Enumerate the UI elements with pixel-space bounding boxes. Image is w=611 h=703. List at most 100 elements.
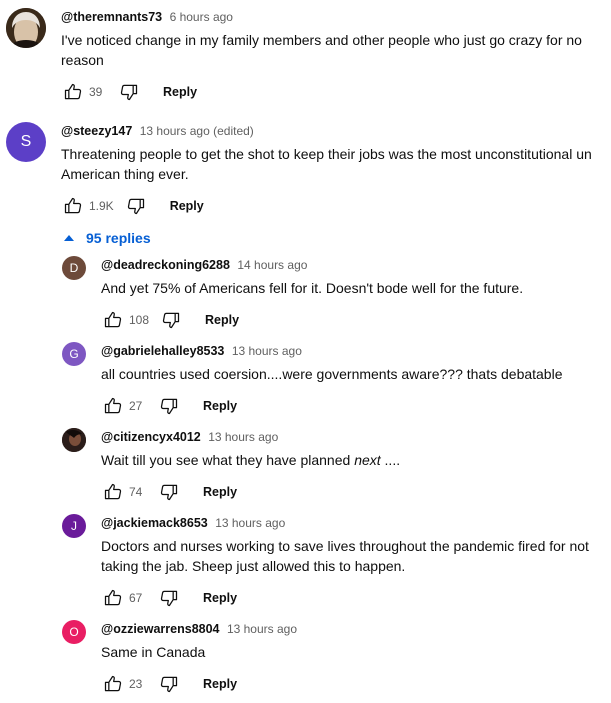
dislike-button[interactable] — [157, 586, 181, 610]
like-count: 67 — [129, 591, 143, 605]
caret-up-icon — [64, 235, 74, 241]
comment-actions: 74 Reply — [101, 476, 606, 508]
comment-text: And yet 75% of Americans fell for it. Do… — [101, 280, 524, 296]
thumbs-down-icon — [161, 310, 181, 330]
replies-count-label: 95 replies — [86, 230, 151, 246]
like-button[interactable] — [101, 586, 125, 610]
avatar-letter: J — [71, 519, 77, 533]
author-name[interactable]: @theremnants73 — [61, 10, 162, 24]
timestamp[interactable]: 13 hours ago — [215, 516, 285, 530]
like-button[interactable] — [101, 308, 125, 332]
reply-button[interactable]: Reply — [203, 399, 237, 413]
like-button[interactable] — [101, 394, 125, 418]
avatar[interactable]: J — [62, 514, 86, 538]
comment-body: @ozziewarrens8804 13 hours ago Same in C… — [101, 620, 606, 700]
like-button[interactable] — [101, 672, 125, 696]
reply-button[interactable]: Reply — [203, 677, 237, 691]
comment-text-italic: next — [354, 452, 381, 468]
replies-toggle-button[interactable]: 95 replies — [64, 228, 151, 248]
author-name[interactable]: @citizencyx4012 — [101, 430, 201, 444]
timestamp[interactable]: 13 hours ago — [232, 344, 302, 358]
like-count: 23 — [129, 677, 143, 691]
dislike-button[interactable] — [157, 672, 181, 696]
reply-button[interactable]: Reply — [203, 591, 237, 605]
comment-body: @citizencyx4012 13 hours ago Wait till y… — [101, 428, 606, 508]
comment-body: @theremnants73 6 hours ago I've noticed … — [61, 8, 606, 108]
comment-header: @deadreckoning6288 14 hours ago — [101, 256, 606, 274]
comment-actions: 23 Reply — [101, 668, 606, 700]
comment-actions: 27 Reply — [101, 390, 606, 422]
avatar[interactable] — [6, 8, 46, 48]
dislike-button[interactable] — [117, 80, 141, 104]
thumbs-down-icon — [126, 196, 146, 216]
comment-body: @deadreckoning6288 14 hours ago And yet … — [101, 256, 606, 336]
thumbs-up-icon — [63, 82, 83, 102]
comment-text: all countries used coersion....were gove… — [101, 366, 563, 382]
avatar[interactable]: G — [62, 342, 86, 366]
like-count: 74 — [129, 485, 143, 499]
like-count: 1.9K — [89, 199, 114, 213]
thumbs-up-icon — [103, 588, 123, 608]
avatar-letter: O — [69, 625, 79, 639]
comment-header: @theremnants73 6 hours ago — [61, 8, 606, 26]
avatar[interactable] — [62, 428, 86, 452]
timestamp[interactable]: 13 hours ago (edited) — [140, 124, 254, 138]
author-name[interactable]: @jackiemack8653 — [101, 516, 208, 530]
thumbs-down-icon — [159, 674, 179, 694]
reply-button[interactable]: Reply — [163, 85, 197, 99]
avatar-photo-icon — [62, 428, 86, 452]
thumbs-up-icon — [63, 196, 83, 216]
thumbs-down-icon — [159, 482, 179, 502]
comment-header: @gabrielehalley8533 13 hours ago — [101, 342, 606, 360]
dislike-button[interactable] — [157, 480, 181, 504]
comment-body: @gabrielehalley8533 13 hours ago all cou… — [101, 342, 606, 422]
comment-header: @jackiemack8653 13 hours ago — [101, 514, 606, 532]
thumbs-up-icon — [103, 310, 123, 330]
comment-text: I've noticed change in my family members… — [61, 32, 582, 68]
like-count: 27 — [129, 399, 143, 413]
comment-header: @steezy147 13 hours ago (edited) — [61, 122, 611, 140]
comment-text-main: Wait till you see what they have planned — [101, 452, 355, 468]
comment-text-tail: .... — [380, 452, 401, 468]
comment-actions: 39 Reply — [61, 76, 606, 108]
thumbs-up-icon — [103, 674, 123, 694]
like-button[interactable] — [101, 480, 125, 504]
like-button[interactable] — [61, 194, 85, 218]
thumbs-down-icon — [159, 396, 179, 416]
thumbs-up-icon — [103, 396, 123, 416]
dislike-button[interactable] — [124, 194, 148, 218]
dislike-button[interactable] — [157, 394, 181, 418]
comment-body: @steezy147 13 hours ago (edited) Threate… — [61, 122, 611, 222]
comment-text: Doctors and nurses working to save lives… — [101, 538, 589, 574]
dislike-button[interactable] — [159, 308, 183, 332]
comment-actions: 108 Reply — [101, 304, 606, 336]
avatar-letter: S — [20, 133, 32, 150]
avatar[interactable]: S — [6, 122, 46, 162]
avatar[interactable]: O — [62, 620, 86, 644]
avatar-letter: G — [69, 347, 79, 361]
reply-button[interactable]: Reply — [203, 485, 237, 499]
reply-button[interactable]: Reply — [170, 199, 204, 213]
comments-section: @theremnants73 6 hours ago I've noticed … — [0, 0, 611, 703]
author-name[interactable]: @steezy147 — [61, 124, 132, 138]
author-name[interactable]: @deadreckoning6288 — [101, 258, 230, 272]
avatar-photo-icon — [6, 8, 46, 48]
thumbs-down-icon — [159, 588, 179, 608]
timestamp[interactable]: 13 hours ago — [208, 430, 278, 444]
comment-header: @citizencyx4012 13 hours ago — [101, 428, 606, 446]
comment-actions: 1.9K Reply — [61, 190, 611, 222]
comment-actions: 67 Reply — [101, 582, 606, 614]
timestamp[interactable]: 13 hours ago — [227, 622, 297, 636]
like-count: 39 — [89, 85, 103, 99]
timestamp[interactable]: 14 hours ago — [237, 258, 307, 272]
like-button[interactable] — [61, 80, 85, 104]
comment-text: Threatening people to get the shot to ke… — [61, 146, 592, 182]
comment-text: Wait till you see what they have planned… — [101, 450, 606, 470]
author-name[interactable]: @gabrielehalley8533 — [101, 344, 224, 358]
thumbs-down-icon — [119, 82, 139, 102]
avatar[interactable]: D — [62, 256, 86, 280]
timestamp[interactable]: 6 hours ago — [170, 10, 233, 24]
reply-button[interactable]: Reply — [205, 313, 239, 327]
comment-text: Same in Canada — [101, 644, 206, 660]
author-name[interactable]: @ozziewarrens8804 — [101, 622, 220, 636]
